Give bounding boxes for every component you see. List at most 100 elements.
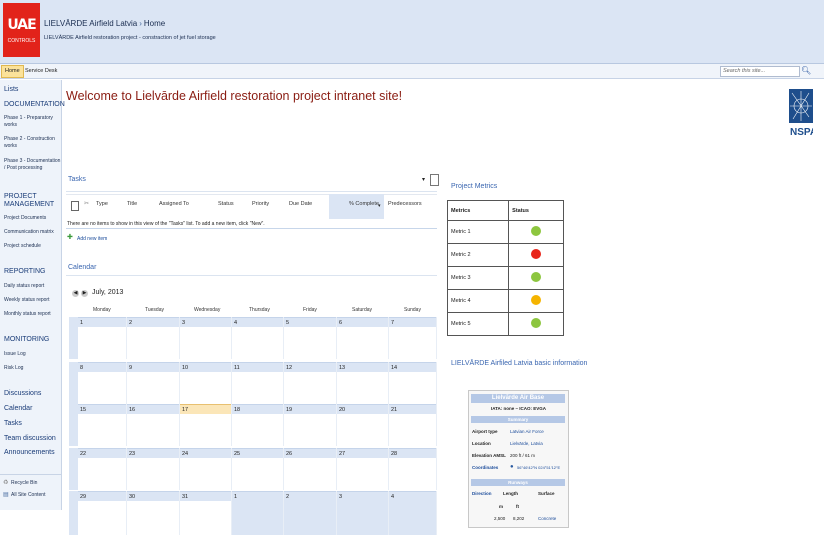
runway-direction-header[interactable]: Direction: [472, 491, 492, 496]
calendar-day-cell[interactable]: 21: [389, 404, 437, 446]
calendar-day-cell[interactable]: 16: [127, 404, 180, 446]
site-title-link[interactable]: LIELVĀRDE Airfield Latvia: [44, 19, 137, 28]
calendar-web-part-title[interactable]: Calendar: [68, 264, 96, 271]
calendar-day-cell[interactable]: 29: [78, 491, 127, 535]
calendar-day-number[interactable]: 6: [337, 317, 388, 327]
calendar-day-number[interactable]: 1: [78, 317, 126, 327]
calendar-day-cell[interactable]: 13: [337, 362, 389, 404]
calendar-day-number[interactable]: 16: [127, 404, 179, 414]
calendar-day-number[interactable]: 22: [78, 448, 126, 458]
calendar-day-cell[interactable]: 3: [337, 491, 389, 535]
col-percent-complete[interactable]: % Complete: [349, 201, 379, 207]
search-input[interactable]: Search this site...: [720, 66, 800, 77]
calendar-day-number[interactable]: 15: [78, 404, 126, 414]
calendar-day-cell[interactable]: 2: [284, 491, 337, 535]
calendar-day-cell[interactable]: 1: [78, 317, 127, 359]
nav-monthly-report[interactable]: Monthly status report: [4, 311, 62, 318]
nav-phase-1[interactable]: Phase 1 - Preparatory works: [4, 115, 62, 129]
nav-lists[interactable]: Lists: [4, 86, 18, 93]
infobox-row-value-link[interactable]: Latvian Air Force: [510, 429, 544, 434]
nav-weekly-report[interactable]: Weekly status report: [4, 297, 62, 304]
nav-communication-matrix[interactable]: Communication matrix: [4, 229, 62, 236]
nav-project-management-heading[interactable]: PROJECT MANAGEMENT: [4, 193, 60, 209]
calendar-day-number[interactable]: 29: [78, 491, 126, 501]
calendar-day-cell[interactable]: 31: [180, 491, 232, 535]
calendar-day-cell[interactable]: 4: [389, 491, 437, 535]
tasks-web-part-title[interactable]: Tasks: [68, 176, 86, 183]
calendar-day-number[interactable]: 30: [127, 491, 179, 501]
calendar-day-cell[interactable]: 22: [78, 448, 127, 490]
nav-discussions[interactable]: Discussions: [4, 390, 41, 397]
prev-month-icon[interactable]: ◀: [72, 290, 79, 297]
nav-announcements[interactable]: Announcements: [4, 449, 55, 456]
calendar-day-cell[interactable]: 15: [78, 404, 127, 446]
nav-team-discussion[interactable]: Team discussion: [4, 435, 56, 442]
nav-reporting-heading[interactable]: REPORTING: [4, 268, 46, 275]
checkbox-icon[interactable]: [430, 174, 439, 186]
select-all-checkbox[interactable]: [71, 201, 79, 211]
calendar-day-number[interactable]: 31: [180, 491, 231, 501]
calendar-day-number[interactable]: 4: [389, 491, 436, 501]
calendar-day-number[interactable]: 2: [284, 491, 336, 501]
col-predecessors[interactable]: Predecessors: [388, 201, 422, 207]
nav-phase-3[interactable]: Phase 3 - Documentation / Post processin…: [4, 158, 62, 172]
calendar-day-number[interactable]: 27: [337, 448, 388, 458]
nav-all-site-content[interactable]: All Site Content: [11, 492, 69, 499]
basic-info-web-part-title[interactable]: LIELVĀRDE Airfiled Latvia basic informat…: [451, 360, 587, 367]
calendar-day-number[interactable]: 18: [232, 404, 283, 414]
calendar-day-cell[interactable]: 25: [232, 448, 284, 490]
col-due-date[interactable]: Due Date: [289, 201, 312, 207]
calendar-day-cell[interactable]: 8: [78, 362, 127, 404]
calendar-day-cell[interactable]: 7: [389, 317, 437, 359]
calendar-day-number[interactable]: 19: [284, 404, 336, 414]
calendar-day-cell[interactable]: 12: [284, 362, 337, 404]
calendar-day-number[interactable]: 11: [232, 362, 283, 372]
runway-surface-link[interactable]: Concrete: [538, 516, 556, 521]
calendar-day-number[interactable]: 21: [389, 404, 436, 414]
calendar-day-number[interactable]: 5: [284, 317, 336, 327]
nav-project-documents[interactable]: Project Documents: [4, 215, 62, 222]
calendar-day-cell[interactable]: 5: [284, 317, 337, 359]
calendar-day-cell[interactable]: 20: [337, 404, 389, 446]
tab-home[interactable]: Home: [1, 65, 24, 78]
nav-project-schedule[interactable]: Project schedule: [4, 243, 62, 250]
infobox-coordinates-link[interactable]: 56°46′42″N 024°51′12″E: [517, 465, 560, 470]
calendar-day-cell[interactable]: 11: [232, 362, 284, 404]
calendar-day-number[interactable]: 25: [232, 448, 283, 458]
infobox-row-value-link[interactable]: Lielvārde, Latvia: [510, 441, 543, 446]
nav-issue-log[interactable]: Issue Log: [4, 351, 62, 358]
calendar-day-number[interactable]: 17: [180, 404, 231, 414]
calendar-day-cell[interactable]: 3: [180, 317, 232, 359]
col-title[interactable]: Title: [127, 201, 137, 207]
infobox-row-label-link[interactable]: Coordinates: [472, 465, 498, 470]
calendar-day-number[interactable]: 3: [180, 317, 231, 327]
nav-risk-log[interactable]: Risk Log: [4, 365, 62, 372]
web-part-menu-icon[interactable]: ▾: [422, 176, 425, 183]
calendar-day-cell[interactable]: 23: [127, 448, 180, 490]
calendar-day-number[interactable]: 26: [284, 448, 336, 458]
add-new-item-link[interactable]: Add new item: [77, 236, 107, 242]
nav-calendar[interactable]: Calendar: [4, 405, 32, 412]
nav-phase-2[interactable]: Phase 2 - Construction works: [4, 136, 62, 150]
calendar-day-number[interactable]: 13: [337, 362, 388, 372]
column-sort-icon[interactable]: ▾: [378, 203, 381, 209]
calendar-day-number[interactable]: 9: [127, 362, 179, 372]
col-assigned-to[interactable]: Assigned To: [159, 201, 189, 207]
calendar-day-number[interactable]: 8: [78, 362, 126, 372]
calendar-day-cell[interactable]: 2: [127, 317, 180, 359]
calendar-day-cell[interactable]: 6: [337, 317, 389, 359]
tab-service-desk[interactable]: Service Desk: [25, 66, 57, 77]
calendar-day-number[interactable]: 4: [232, 317, 283, 327]
calendar-day-number[interactable]: 10: [180, 362, 231, 372]
nav-daily-report[interactable]: Daily status report: [4, 283, 62, 290]
calendar-day-cell[interactable]: 18: [232, 404, 284, 446]
calendar-day-cell[interactable]: 4: [232, 317, 284, 359]
calendar-day-cell[interactable]: 1: [232, 491, 284, 535]
calendar-day-number[interactable]: 7: [389, 317, 436, 327]
calendar-day-number[interactable]: 14: [389, 362, 436, 372]
calendar-day-cell[interactable]: 28: [389, 448, 437, 490]
nav-tasks[interactable]: Tasks: [4, 420, 22, 427]
calendar-day-cell[interactable]: 26: [284, 448, 337, 490]
search-icon[interactable]: 🔍︎: [801, 66, 811, 76]
next-month-icon[interactable]: ▶: [81, 290, 88, 297]
